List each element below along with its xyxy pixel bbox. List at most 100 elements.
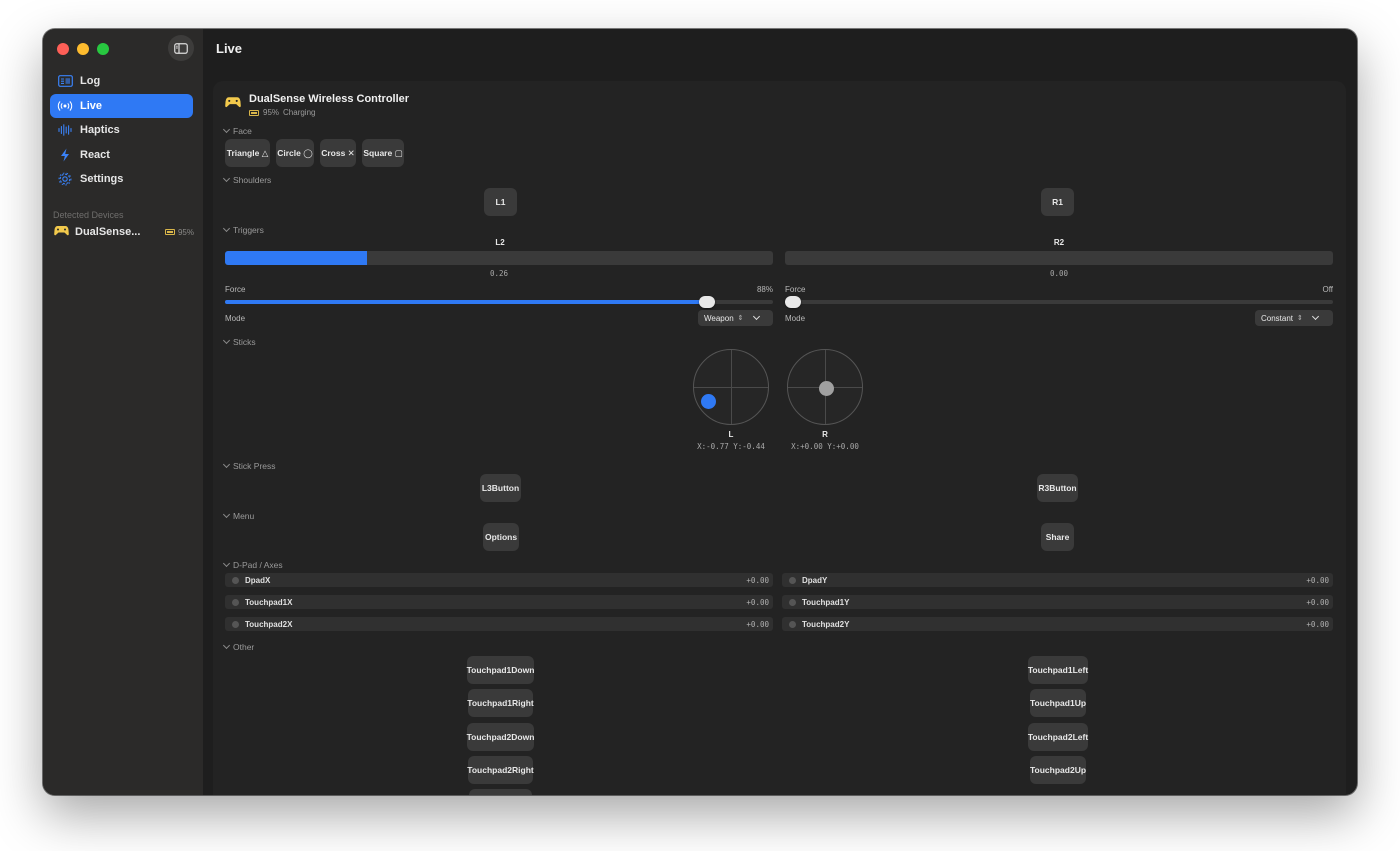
device-item-dualsense[interactable]: DualSense... 95% [54,225,194,239]
section-stick-press-label: Stick Press [233,461,276,471]
l2-mode-label: Mode [225,314,246,323]
section-stick-press[interactable]: Stick Press [222,460,276,471]
sidebar-item-react[interactable]: React [50,143,193,167]
chevron-down-icon [222,174,231,183]
detected-devices-heading: Detected Devices [53,210,124,220]
trigger-l2-bar [225,251,773,265]
axis-name: DpadX [245,575,271,585]
sidebar-item-label: React [80,148,110,161]
trigger-l2-value: 0.26 [489,269,509,278]
l2-force-label: Force [225,285,246,294]
touchpad1down-button[interactable]: Touchpad1Down [467,656,534,684]
r2-force-slider[interactable] [785,300,1333,304]
axis-indicator [789,576,796,584]
options-button[interactable]: Options [483,523,519,551]
section-face-label: Face [233,126,252,136]
face-button-triangle[interactable]: Triangle △ [225,139,270,167]
axis-indicator [789,620,796,628]
l2-force-slider-fill [225,300,708,304]
chevron-down-icon [222,224,231,233]
sidebar-nav: Log Live Haptics React Settings [50,69,193,192]
touchpad2left-button[interactable]: Touchpad2Left [1028,723,1088,751]
trigger-l2-fill [225,251,368,265]
battery-icon [164,229,175,235]
touchpad2right-button[interactable]: Touchpad2Right [467,756,534,784]
face-button-square[interactable]: Square ▢ [362,139,404,167]
axis-name: DpadY [802,575,828,585]
sidebar-item-log[interactable]: Log [50,69,193,93]
section-shoulders-label: Shoulders [233,175,272,185]
axis-indicator [789,598,796,606]
device-name: DualSense... [75,226,141,238]
zoom-window-button[interactable] [97,43,109,55]
updown-icon: ⇕ [1297,315,1303,322]
minimize-window-button[interactable] [77,43,89,55]
shoulder-button-r1[interactable]: R1 [1041,188,1074,216]
section-shoulders[interactable]: Shoulders [222,174,272,185]
r2-force-value: Off [1322,285,1333,294]
chevron-down-icon [1311,312,1319,321]
chevron-down-icon [222,641,231,650]
section-sticks[interactable]: Sticks [222,336,256,347]
battery-icon [249,109,259,116]
gamepad-icon [54,225,70,239]
touchpad1right-button[interactable]: Touchpad1Right [467,689,534,717]
axis-value: +0.00 [1306,619,1329,629]
face-button-cross[interactable]: Cross ✕ [320,139,356,167]
touchpad2down-button[interactable]: Touchpad2Down [467,723,534,751]
left-stick-position [701,393,717,409]
l2-mode-select[interactable]: Weapon ⇕ [698,310,773,326]
left-stick-label: L [728,430,734,439]
section-triggers[interactable]: Triggers [222,224,264,235]
chevron-down-icon [222,336,231,345]
partial-button[interactable] [469,789,532,795]
bolt-icon [57,147,73,163]
close-window-button[interactable] [57,43,69,55]
share-button[interactable]: Share [1041,523,1074,551]
axis-name: Touchpad2Y [802,619,850,629]
section-menu[interactable]: Menu [222,510,254,521]
sidebar-item-settings[interactable]: Settings [50,167,193,191]
section-other[interactable]: Other [222,641,255,652]
axis-row-touchpad2y: Touchpad2Y +0.00 [782,617,1333,631]
left-stick-pad [693,349,769,425]
r2-mode-select[interactable]: Constant ⇕ [1255,310,1333,326]
section-other-label: Other [233,642,255,652]
section-face[interactable]: Face [222,125,252,136]
controller-status: 95% Charging [249,108,409,117]
chevron-down-icon [222,460,231,469]
sidebar-item-live[interactable]: Live [50,93,193,118]
shoulder-button-l1[interactable]: L1 [484,188,517,216]
section-dpad-axes[interactable]: D-Pad / Axes [222,559,283,570]
updown-icon: ⇕ [737,315,744,322]
face-button-circle[interactable]: Circle ◯ [276,139,314,167]
touchpad2up-button[interactable]: Touchpad2Up [1030,756,1086,784]
trigger-r2-label: R2 [1053,238,1065,247]
controller-header: DualSense Wireless Controller 95% Chargi… [225,93,409,117]
live-panel: DualSense Wireless Controller 95% Chargi… [213,81,1346,795]
touchpad1up-button[interactable]: Touchpad1Up [1030,689,1086,717]
r2-force-slider-thumb[interactable] [785,296,801,308]
chevron-down-icon [222,510,231,519]
l3-button[interactable]: L3Button [480,474,521,502]
r3-button[interactable]: R3Button [1037,474,1078,502]
axis-value: +0.00 [746,575,769,585]
axis-value: +0.00 [746,597,769,607]
chevron-down-icon [752,312,760,321]
r2-force-label: Force [785,285,806,294]
sidebar-toggle-icon [174,42,188,54]
l2-force-slider-thumb[interactable] [699,296,716,308]
sidebar-toggle-button[interactable] [168,35,194,61]
touchpad1left-button[interactable]: Touchpad1Left [1028,656,1088,684]
left-stick-readout: X:-0.77 Y:-0.44 [697,442,765,451]
right-stick-readout: X:+0.00 Y:+0.00 [791,442,859,451]
gear-icon [57,171,73,187]
right-stick-label: R [822,430,828,439]
sidebar-item-haptics[interactable]: Haptics [50,118,193,142]
axis-indicator [232,598,239,606]
trigger-l2-label: L2 [495,238,505,247]
l2-mode-value: Weapon [704,313,734,323]
trigger-r2-bar [785,251,1333,265]
axis-value: +0.00 [1306,575,1329,585]
broadcast-icon [57,98,73,114]
